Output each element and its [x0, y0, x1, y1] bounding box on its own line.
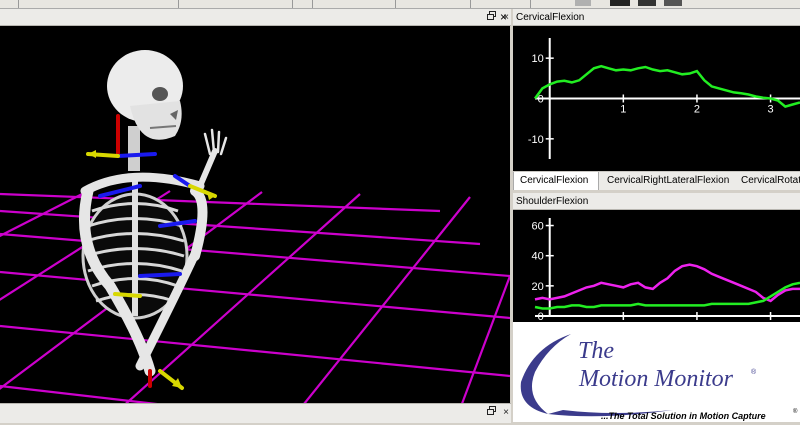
- close-icon[interactable]: ×: [503, 404, 509, 421]
- chart-tab-bar: CervicalFlexion CervicalRightLateralFlex…: [513, 171, 800, 190]
- x-tick-label: 1: [620, 104, 626, 116]
- logo-line2: Motion Monitor: [578, 366, 734, 392]
- view-title-bar: ×: [0, 9, 511, 26]
- y-tick-label: 0: [538, 311, 544, 322]
- y-tick-label: 40: [531, 251, 543, 263]
- series-line-0: [534, 263, 800, 303]
- tab-cervical-flexion[interactable]: CervicalFlexion: [513, 172, 599, 190]
- restore-icon[interactable]: [487, 9, 497, 26]
- skeleton-view-pane: ×: [0, 9, 511, 409]
- 3d-viewport[interactable]: [0, 26, 510, 409]
- shoulder-flexion-chart[interactable]: 60 40 20 0: [513, 210, 800, 323]
- y-tick-label: 20: [531, 281, 543, 293]
- bottom-pane-title-bar: ×: [0, 403, 511, 423]
- restore-icon[interactable]: [487, 404, 497, 421]
- toolbar-button[interactable]: [664, 0, 682, 6]
- series-line-0: [533, 64, 800, 108]
- cervical-flexion-pane: CervicalFlexion 10 0 -10 1 2 3: [513, 9, 800, 171]
- chart-title-bar: CervicalFlexion: [513, 9, 800, 26]
- chart-title: ShoulderFlexion: [516, 196, 589, 207]
- x-tick-label: 2: [694, 104, 700, 116]
- shoulder-flexion-pane: ShoulderFlexion 60 40 20 0: [513, 193, 800, 323]
- toolbar-button[interactable]: [638, 0, 656, 6]
- y-tick-label: 60: [531, 221, 543, 233]
- cervical-flexion-chart[interactable]: 10 0 -10 1 2 3: [513, 26, 800, 171]
- logo-trademark: ®: [751, 368, 757, 376]
- chart-title: CervicalFlexion: [516, 12, 585, 23]
- motion-monitor-logo: The Motion Monitor ® ...The Total Soluti…: [513, 322, 800, 422]
- logo-tagline: ...The Total Solution in Motion Capture: [601, 411, 766, 421]
- top-toolbar-strip: [0, 0, 800, 9]
- x-tick-label: 3: [767, 104, 773, 116]
- toolbar-button[interactable]: [575, 0, 591, 6]
- y-tick-label: 10: [531, 53, 543, 65]
- toolbar-button[interactable]: [610, 0, 630, 6]
- logo-swoosh: [520, 334, 571, 414]
- tab-cervical-right-lateral-flexion[interactable]: CervicalRightLateralFlexion: [601, 172, 735, 190]
- chart-title-bar: ShoulderFlexion: [513, 193, 800, 210]
- logo-tagline-mark: ®: [793, 408, 798, 415]
- logo-line1: The: [578, 338, 614, 364]
- floor-grid: [0, 189, 510, 409]
- y-tick-label: -10: [528, 134, 544, 146]
- top-close-icon[interactable]: ×: [500, 9, 510, 26]
- tab-cervical-rotation[interactable]: CervicalRotatio: [735, 172, 800, 190]
